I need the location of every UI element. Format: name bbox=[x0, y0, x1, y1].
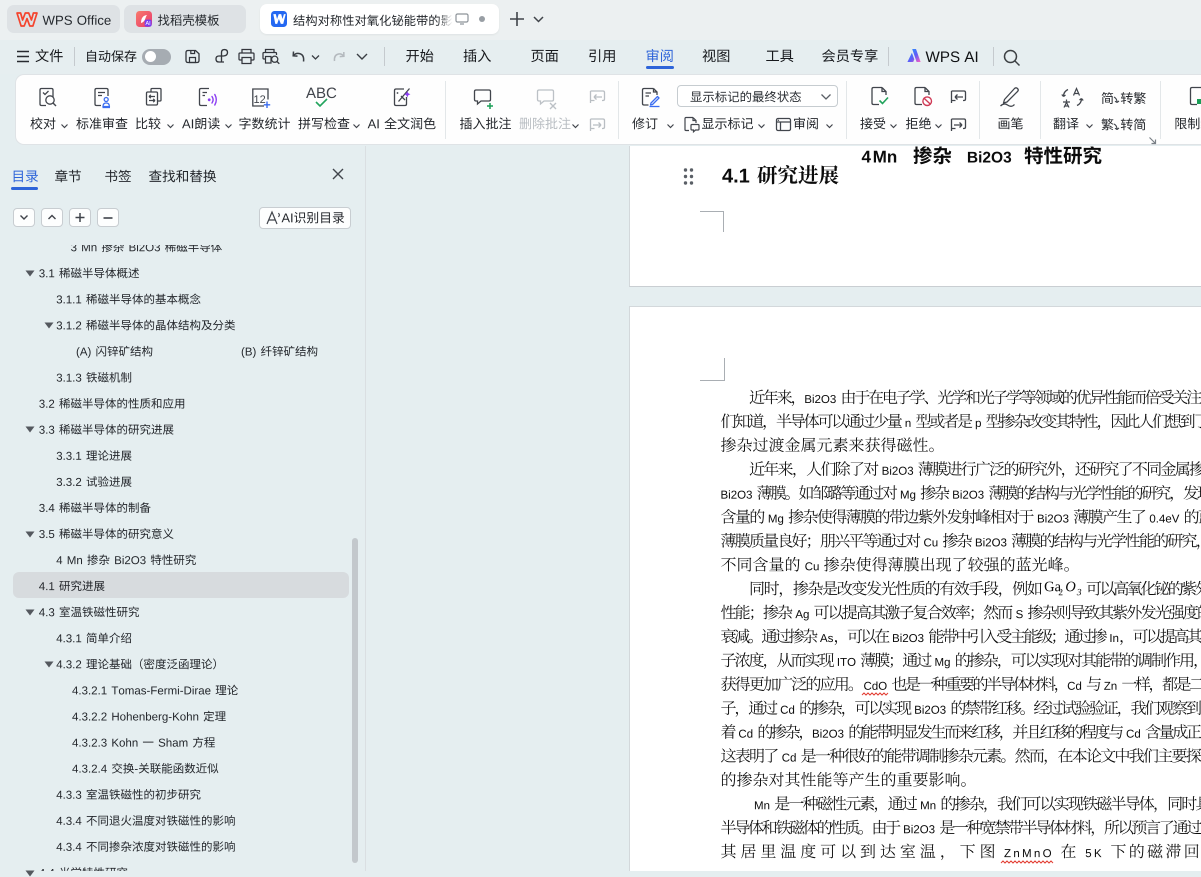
svg-text:AI: AI bbox=[146, 21, 151, 27]
